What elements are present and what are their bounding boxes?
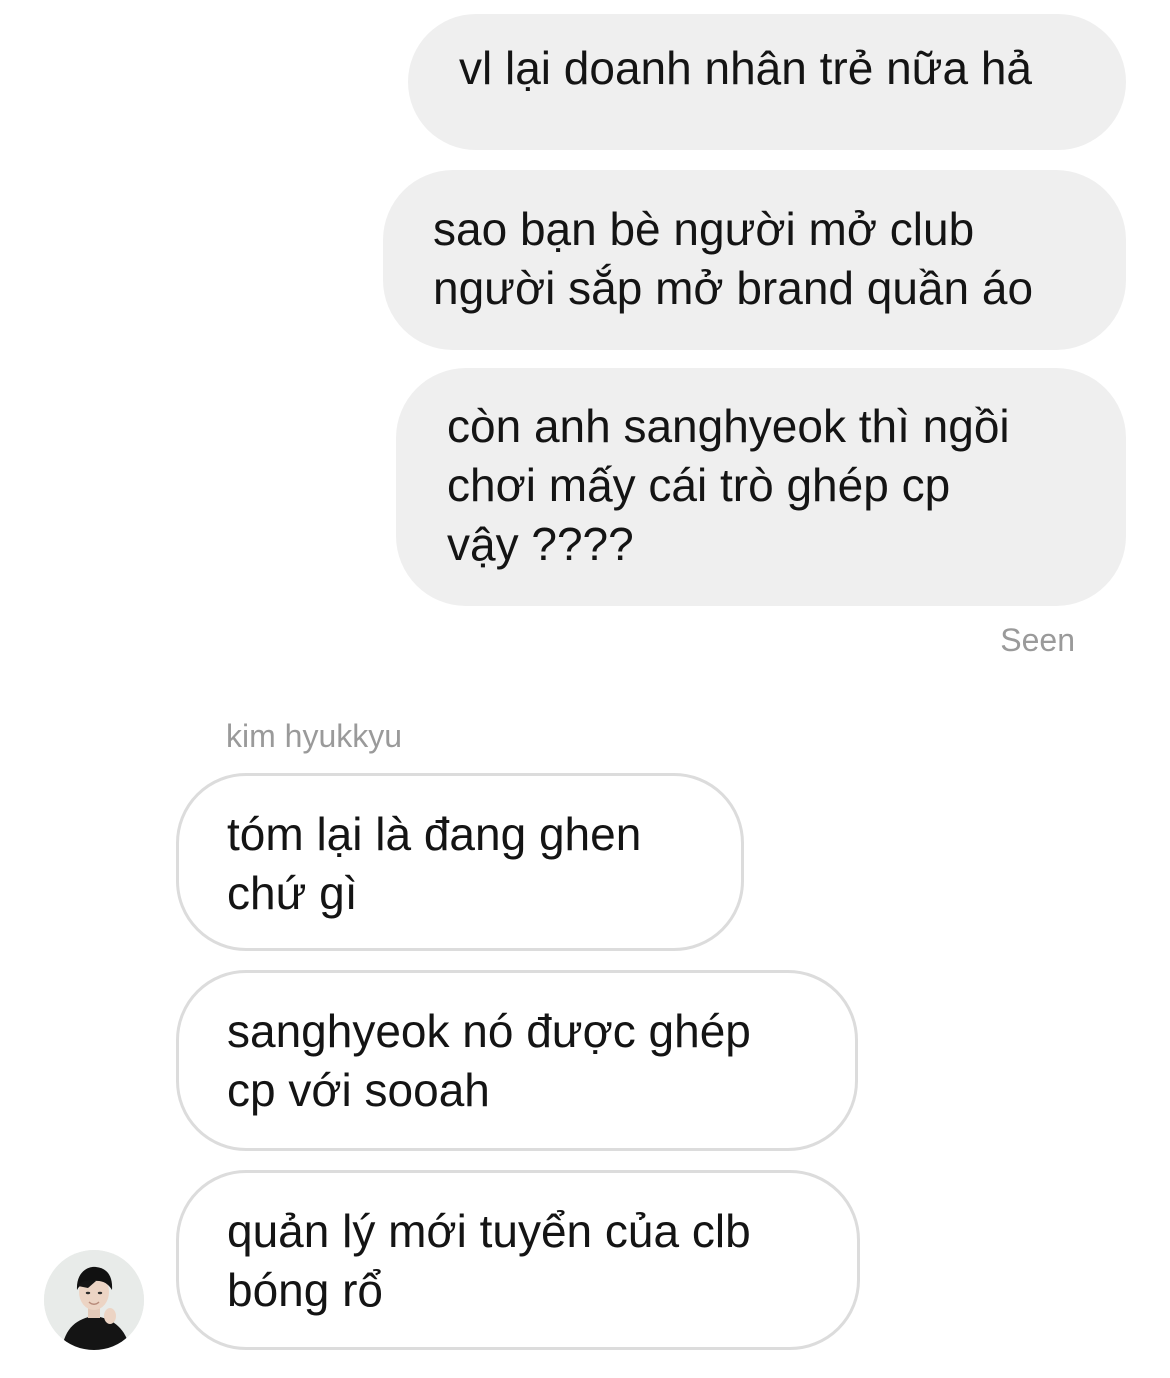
- sender-name: kim hyukkyu: [226, 718, 403, 754]
- incoming-message[interactable]: tóm lại là đang ghen chứ gì: [176, 773, 744, 951]
- user-avatar-photo-icon: [44, 1250, 144, 1350]
- outgoing-message[interactable]: còn anh sanghyeok thì ngồi chơi mấy cái …: [396, 368, 1126, 606]
- incoming-message[interactable]: quản lý mới tuyển của clb bóng rổ: [176, 1170, 860, 1350]
- avatar[interactable]: [44, 1250, 144, 1350]
- incoming-message[interactable]: sanghyeok nó được ghép cp với sooah: [176, 970, 858, 1151]
- seen-receipt: Seen: [1000, 622, 1075, 658]
- outgoing-message[interactable]: sao bạn bè người mở club người sắp mở br…: [383, 170, 1126, 350]
- outgoing-message[interactable]: vl lại doanh nhân trẻ nữa hả: [408, 14, 1126, 150]
